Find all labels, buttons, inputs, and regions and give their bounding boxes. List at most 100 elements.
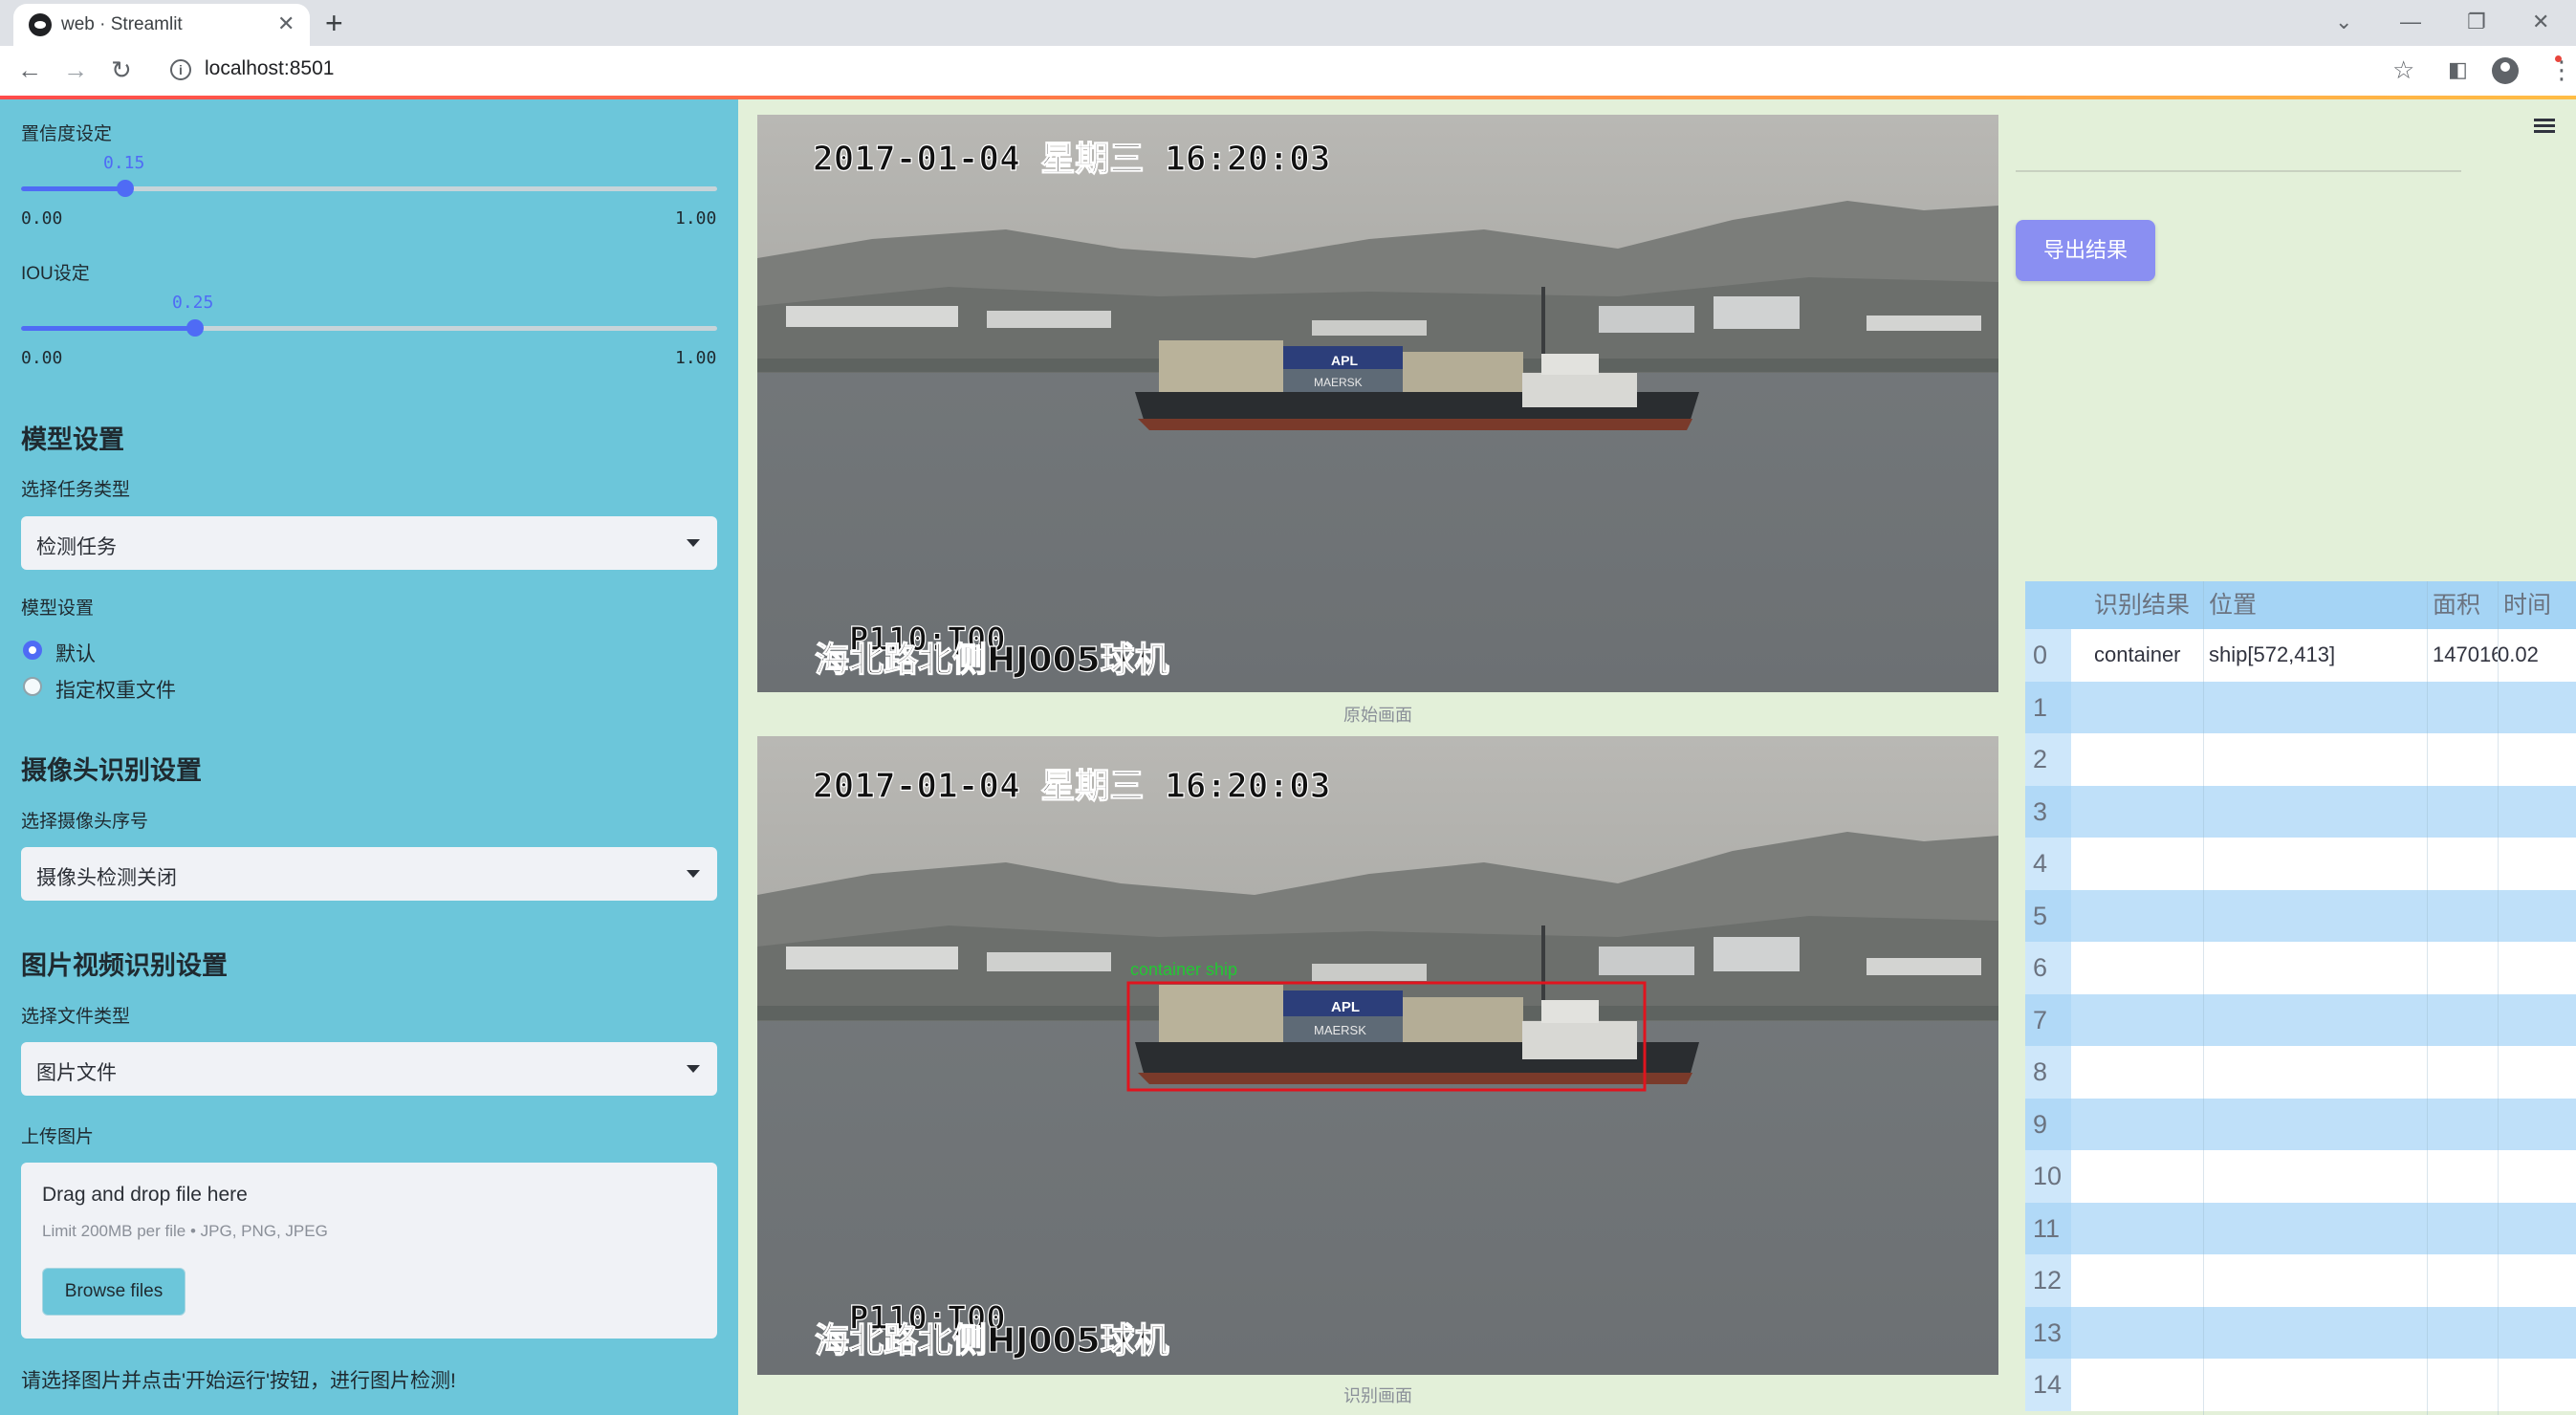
table-row[interactable]: 8 bbox=[2025, 1046, 2576, 1099]
more-icon[interactable]: ⋮ bbox=[2549, 55, 2574, 84]
restore-button[interactable]: ❐ bbox=[2467, 8, 2486, 36]
table-cell-time bbox=[2498, 838, 2576, 890]
table-cell-result bbox=[2071, 733, 2203, 786]
table-cell-area bbox=[2427, 1099, 2498, 1151]
table-cell-index: 5 bbox=[2025, 889, 2071, 942]
table-cell-position bbox=[2203, 1099, 2427, 1151]
radio-button-selected[interactable] bbox=[23, 641, 42, 660]
info-icon[interactable]: i bbox=[170, 59, 191, 80]
confidence-slider-thumb[interactable] bbox=[117, 180, 134, 197]
file-type-select[interactable]: 图片文件 bbox=[21, 1042, 717, 1096]
back-icon[interactable]: ← bbox=[17, 55, 42, 84]
sidepanel-icon[interactable]: ◧ bbox=[2448, 54, 2468, 86]
confidence-max: 1.00 bbox=[675, 208, 717, 229]
table-row[interactable]: 7 bbox=[2025, 993, 2576, 1046]
uploader-limit: Limit 200MB per file • JPG, PNG, JPEG bbox=[42, 1222, 328, 1240]
table-cell-time bbox=[2498, 1150, 2576, 1203]
task-type-select[interactable]: 检测任务 bbox=[21, 516, 717, 570]
table-cell-index: 11 bbox=[2025, 1202, 2071, 1254]
forward-icon[interactable]: → bbox=[63, 55, 88, 84]
table-row[interactable]: 5 bbox=[2025, 889, 2576, 943]
table-cell-index: 2 bbox=[2025, 733, 2071, 786]
window-close-button[interactable]: ✕ bbox=[2532, 8, 2549, 36]
browser-tabbar: web · Streamlit ✕ + ⌄ — ❐ ✕ bbox=[0, 0, 2576, 46]
table-cell-result: container bbox=[2094, 642, 2181, 666]
table-cell-time bbox=[2498, 786, 2576, 838]
table-row[interactable]: 9 bbox=[2025, 1098, 2576, 1151]
original-image: APL MAERSK 2017-01-04 星期三 16:20:03 P110:… bbox=[757, 115, 1998, 692]
iou-slider-thumb[interactable] bbox=[186, 319, 204, 337]
table-row[interactable]: 2 bbox=[2025, 733, 2576, 786]
table-row[interactable]: 12 bbox=[2025, 1254, 2576, 1307]
minimize-button[interactable]: — bbox=[2400, 8, 2421, 36]
browser-tab[interactable]: web · Streamlit ✕ bbox=[13, 4, 310, 46]
column-separator bbox=[2498, 581, 2499, 1415]
url-field[interactable]: localhost:8501 bbox=[205, 57, 334, 80]
result-image: APL MAERSK container ship 2017-01-04 星期三… bbox=[757, 736, 1998, 1375]
hamburger-icon[interactable] bbox=[2534, 119, 2555, 134]
iou-slider[interactable] bbox=[21, 319, 717, 337]
table-row[interactable]: 10 bbox=[2025, 1150, 2576, 1203]
table-header-time[interactable]: 时间 bbox=[2498, 581, 2576, 629]
table-cell-time bbox=[2498, 1203, 2576, 1255]
results-table[interactable]: 识别结果 位置 面积 时间 0 container ship[572,413] 147… bbox=[2025, 581, 2576, 1415]
table-cell-index: 9 bbox=[2025, 1098, 2071, 1150]
table-cell-index: 8 bbox=[2025, 1046, 2071, 1099]
table-row[interactable]: 13 bbox=[2025, 1306, 2576, 1359]
table-cell-result bbox=[2071, 890, 2203, 943]
file-type-value: 图片文件 bbox=[36, 1062, 117, 1084]
browse-files-button[interactable]: Browse files bbox=[42, 1268, 186, 1316]
table-header-position[interactable]: 位置 bbox=[2203, 581, 2427, 629]
table-row[interactable]: 0 container ship[572,413] 147016 0.02 bbox=[2025, 629, 2576, 682]
confidence-slider[interactable] bbox=[21, 180, 717, 197]
radio-button[interactable] bbox=[23, 677, 42, 696]
table-cell-position bbox=[2203, 1046, 2427, 1099]
address-bar: ← → ↻ i localhost:8501 ☆ ◧ ⋮ bbox=[0, 46, 2576, 96]
table-cell-index: 7 bbox=[2025, 993, 2071, 1046]
result-caption: 识别画面 bbox=[1343, 1386, 1412, 1405]
table-cell-time: 0.02 bbox=[2498, 642, 2539, 666]
table-cell-index: 3 bbox=[2025, 785, 2071, 838]
model-option-default-label: 默认 bbox=[55, 643, 96, 665]
camera-select[interactable]: 摄像头检测关闭 bbox=[21, 847, 717, 901]
table-cell-index: 6 bbox=[2025, 942, 2071, 994]
file-uploader-dropzone[interactable]: Drag and drop file here Limit 200MB per … bbox=[21, 1163, 717, 1339]
task-type-label: 选择任务类型 bbox=[21, 480, 131, 500]
table-row[interactable]: 4 bbox=[2025, 838, 2576, 890]
ship-logo: APL bbox=[1331, 353, 1358, 368]
table-row[interactable]: 1 bbox=[2025, 681, 2576, 734]
table-header-area[interactable]: 面积 bbox=[2427, 581, 2498, 629]
table-cell-result bbox=[2071, 942, 2203, 994]
export-results-button[interactable]: 导出结果 bbox=[2016, 220, 2155, 281]
table-header-result[interactable]: 识别结果 bbox=[2071, 581, 2203, 629]
table-cell-index: 13 bbox=[2025, 1306, 2071, 1359]
new-tab-button[interactable]: + bbox=[325, 4, 343, 42]
original-caption: 原始画面 bbox=[1343, 706, 1412, 725]
close-icon[interactable]: ✕ bbox=[277, 11, 295, 36]
table-cell-index: 0 bbox=[2025, 629, 2071, 682]
table-cell-area bbox=[2427, 1203, 2498, 1255]
camera-section-title: 摄像头识别设置 bbox=[21, 756, 202, 785]
table-row[interactable]: 11 bbox=[2025, 1202, 2576, 1255]
table-cell-index: 4 bbox=[2025, 838, 2071, 890]
table-row[interactable]: 6 bbox=[2025, 942, 2576, 994]
table-row[interactable]: 3 bbox=[2025, 785, 2576, 838]
reload-icon[interactable]: ↻ bbox=[111, 55, 132, 84]
table-cell-time bbox=[2498, 890, 2576, 943]
ship-brand: MAERSK bbox=[1314, 1023, 1366, 1037]
iou-max: 1.00 bbox=[675, 348, 717, 368]
detection-label: container ship bbox=[1130, 960, 1237, 979]
star-icon[interactable]: ☆ bbox=[2392, 54, 2414, 86]
tab-search-icon[interactable]: ⌄ bbox=[2335, 8, 2352, 36]
model-label: 模型设置 bbox=[21, 599, 95, 619]
iou-min: 0.00 bbox=[21, 348, 63, 368]
upload-label: 上传图片 bbox=[21, 1127, 95, 1147]
table-cell-result bbox=[2071, 682, 2203, 734]
table-cell-result bbox=[2071, 786, 2203, 838]
chevron-down-icon bbox=[687, 870, 700, 878]
file-type-label: 选择文件类型 bbox=[21, 1007, 131, 1027]
model-section-title: 模型设置 bbox=[21, 425, 124, 454]
table-cell-index: 10 bbox=[2025, 1150, 2071, 1203]
profile-icon[interactable] bbox=[2492, 57, 2519, 84]
table-row[interactable]: 14 bbox=[2025, 1359, 2576, 1411]
